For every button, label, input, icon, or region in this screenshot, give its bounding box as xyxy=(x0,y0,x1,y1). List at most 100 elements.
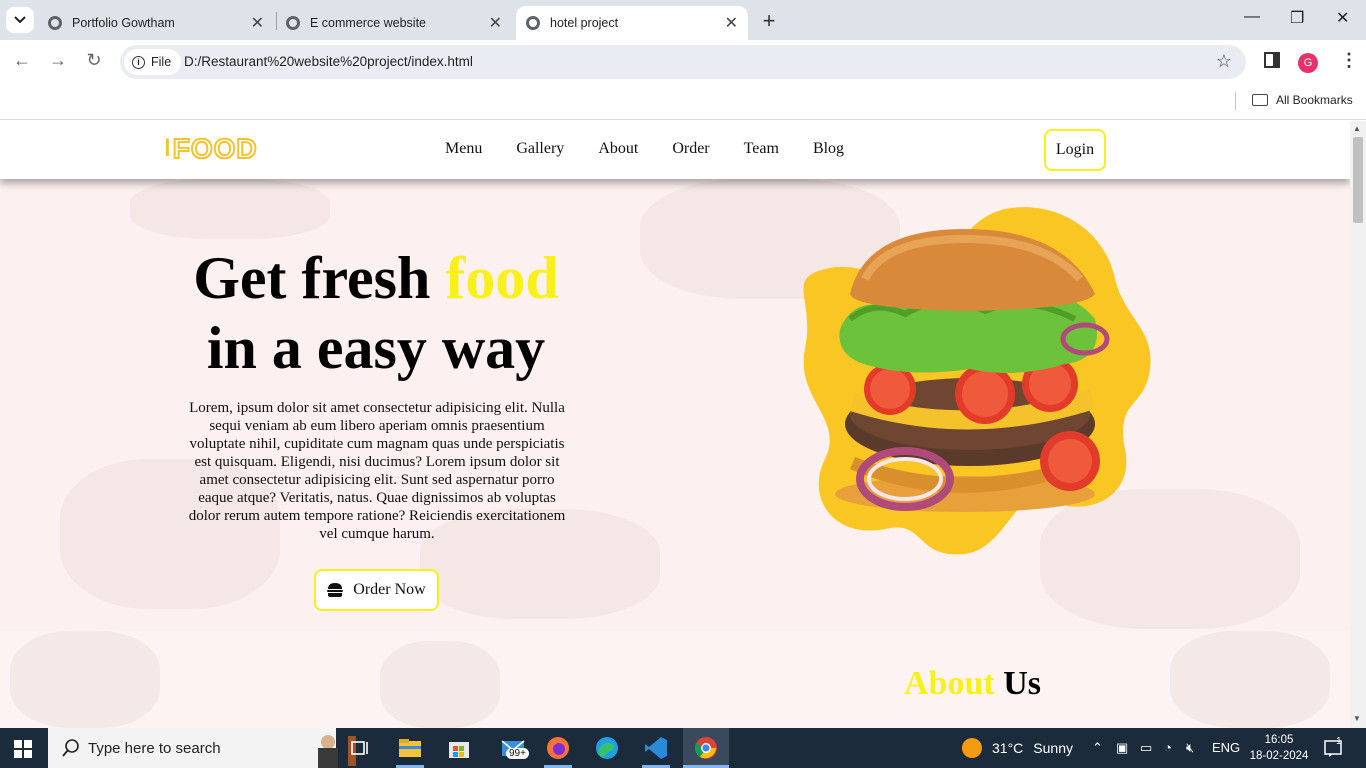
battery-icon[interactable]: ▭ xyxy=(1140,740,1152,756)
all-bookmarks-button[interactable]: All Bookmarks xyxy=(1252,93,1353,107)
background-sketch-image xyxy=(10,631,160,728)
site-logo[interactable]: ǀ FOOD xyxy=(164,132,258,165)
page-scrollbar[interactable]: ▲ ▼ xyxy=(1350,121,1366,728)
folder-icon xyxy=(1252,94,1268,106)
site-header: ǀ FOOD Menu Gallery About Order Team Blo… xyxy=(0,121,1350,179)
scroll-down-icon[interactable]: ▼ xyxy=(1353,714,1361,723)
globe-icon xyxy=(48,16,62,30)
microsoft-store-icon[interactable] xyxy=(445,734,473,762)
nav-menu[interactable]: Menu xyxy=(445,140,482,158)
forward-icon[interactable]: → xyxy=(46,50,70,71)
windows-start-icon[interactable] xyxy=(14,740,32,758)
tab-hotel-project[interactable]: hotel project ✕ xyxy=(516,6,748,40)
clock-time: 16:05 xyxy=(1264,734,1294,746)
clock-date: 18-02-2024 xyxy=(1249,750,1309,762)
close-window-icon[interactable]: ✕ xyxy=(1336,8,1349,28)
tray-chevron-icon[interactable]: ⌃ xyxy=(1092,740,1103,756)
nav-order[interactable]: Order xyxy=(672,140,709,158)
hero-title: Get fresh food in a easy way xyxy=(120,243,632,383)
windows-taskbar: Type here to search 99+ 31°C Sunny ⌃ ▣ ▭… xyxy=(0,728,1366,768)
tab-portfolio[interactable]: Portfolio Gowtham ✕ xyxy=(38,6,274,40)
task-view-icon[interactable] xyxy=(346,734,374,762)
login-button[interactable]: Login xyxy=(1044,129,1106,171)
sun-icon xyxy=(962,738,982,758)
about-title-rest: Us xyxy=(994,665,1041,702)
meet-now-icon[interactable]: ▣ xyxy=(1116,740,1128,756)
nav-team[interactable]: Team xyxy=(744,140,779,158)
restore-icon[interactable]: ❐ xyxy=(1290,8,1304,28)
nav-gallery[interactable]: Gallery xyxy=(516,140,564,158)
order-now-label: Order Now xyxy=(353,581,426,598)
nav-about[interactable]: About xyxy=(598,140,638,158)
tab-title: hotel project xyxy=(550,16,619,30)
vscode-icon[interactable] xyxy=(642,734,670,762)
close-icon[interactable]: ✕ xyxy=(251,13,264,33)
about-section: About Us xyxy=(0,631,1350,728)
weather-condition: Sunny xyxy=(1033,740,1073,756)
info-icon: i xyxy=(132,55,145,69)
scrollbar-thumb[interactable] xyxy=(1353,137,1363,223)
tab-title: E commerce website xyxy=(310,16,427,30)
close-icon[interactable]: ✕ xyxy=(725,13,738,33)
language-indicator[interactable]: ENG xyxy=(1212,740,1240,755)
hero-title-highlight: food xyxy=(445,245,559,311)
hero-section: Get fresh food in a easy way Lorem, ipsu… xyxy=(0,179,1350,631)
burger-icon xyxy=(327,583,344,597)
chevron-down-icon xyxy=(14,16,26,24)
notification-center[interactable]: 1 xyxy=(1324,736,1344,763)
mail-badge: 99+ xyxy=(506,748,529,759)
bookmark-star-icon[interactable]: ☆ xyxy=(1216,51,1232,72)
site-info-chip[interactable]: i File xyxy=(124,49,182,75)
side-panel-icon[interactable] xyxy=(1264,52,1280,68)
background-sandwich-image xyxy=(130,179,330,239)
search-placeholder: Type here to search xyxy=(88,739,221,757)
more-menu-icon[interactable]: ⋮ xyxy=(1340,50,1358,71)
mail-app-icon[interactable]: 99+ xyxy=(494,734,534,762)
logo-text: FOOD xyxy=(172,132,258,165)
weather-temp: 31°C xyxy=(992,740,1024,756)
scroll-up-icon[interactable]: ▲ xyxy=(1353,124,1361,133)
hero-title-part2: in a easy way xyxy=(206,315,546,381)
browser-toolbar: ← → ↻ i File D:/Restaurant%20website%20p… xyxy=(0,40,1366,84)
new-tab-button[interactable]: + xyxy=(758,8,780,34)
weather-widget[interactable]: 31°C Sunny xyxy=(962,738,1073,758)
site-nav: Menu Gallery About Order Team Blog xyxy=(445,140,878,158)
hero-title-part1: Get fresh xyxy=(193,245,446,311)
back-icon[interactable]: ← xyxy=(10,50,34,71)
profile-avatar[interactable]: G xyxy=(1298,53,1318,73)
background-sketch-image xyxy=(380,641,500,728)
nav-blog[interactable]: Blog xyxy=(813,140,844,158)
volume-muted-icon[interactable]: 🔇︎ xyxy=(1186,740,1194,756)
fork-icon: ǀ xyxy=(164,135,172,162)
close-icon[interactable]: ✕ xyxy=(489,13,502,33)
tab-ecommerce[interactable]: E commerce website ✕ xyxy=(276,6,512,40)
reload-icon[interactable]: ↻ xyxy=(82,50,106,71)
taskbar-search[interactable]: Type here to search xyxy=(48,728,356,768)
tab-title: Portfolio Gowtham xyxy=(72,16,175,30)
scheme-label: File xyxy=(151,55,172,69)
background-sketch-image xyxy=(1170,631,1330,728)
bookmarks-divider xyxy=(1235,92,1236,110)
order-now-button[interactable]: Order Now xyxy=(314,569,439,611)
globe-icon xyxy=(286,16,300,30)
edge-icon[interactable] xyxy=(593,734,621,762)
about-title: About Us xyxy=(904,665,1041,703)
hero-description: Lorem, ipsum dolor sit amet consectetur … xyxy=(188,400,566,542)
system-clock[interactable]: 16:05 18-02-2024 xyxy=(1246,732,1312,764)
chrome-icon[interactable] xyxy=(692,734,720,762)
about-title-highlight: About xyxy=(904,665,995,702)
search-icon xyxy=(62,739,79,757)
wifi-icon[interactable]: ◔ xyxy=(1164,740,1172,755)
address-bar[interactable]: i File D:/Restaurant%20website%20project… xyxy=(120,45,1246,79)
bookmarks-bar: All Bookmarks xyxy=(0,84,1366,120)
hero-burger-image xyxy=(803,207,1151,555)
page-viewport: ǀ FOOD Menu Gallery About Order Team Blo… xyxy=(0,121,1350,728)
browser-tab-strip: Portfolio Gowtham ✕ E commerce website ✕… xyxy=(0,0,1366,40)
minimize-icon[interactable]: — xyxy=(1244,8,1260,26)
firefox-icon[interactable] xyxy=(544,734,572,762)
tab-search-button[interactable] xyxy=(6,7,34,33)
all-bookmarks-label: All Bookmarks xyxy=(1276,93,1353,107)
notification-count: 1 xyxy=(1336,736,1342,747)
url-text[interactable]: D:/Restaurant%20website%20project/index.… xyxy=(184,54,473,69)
file-explorer-icon[interactable] xyxy=(396,734,424,762)
